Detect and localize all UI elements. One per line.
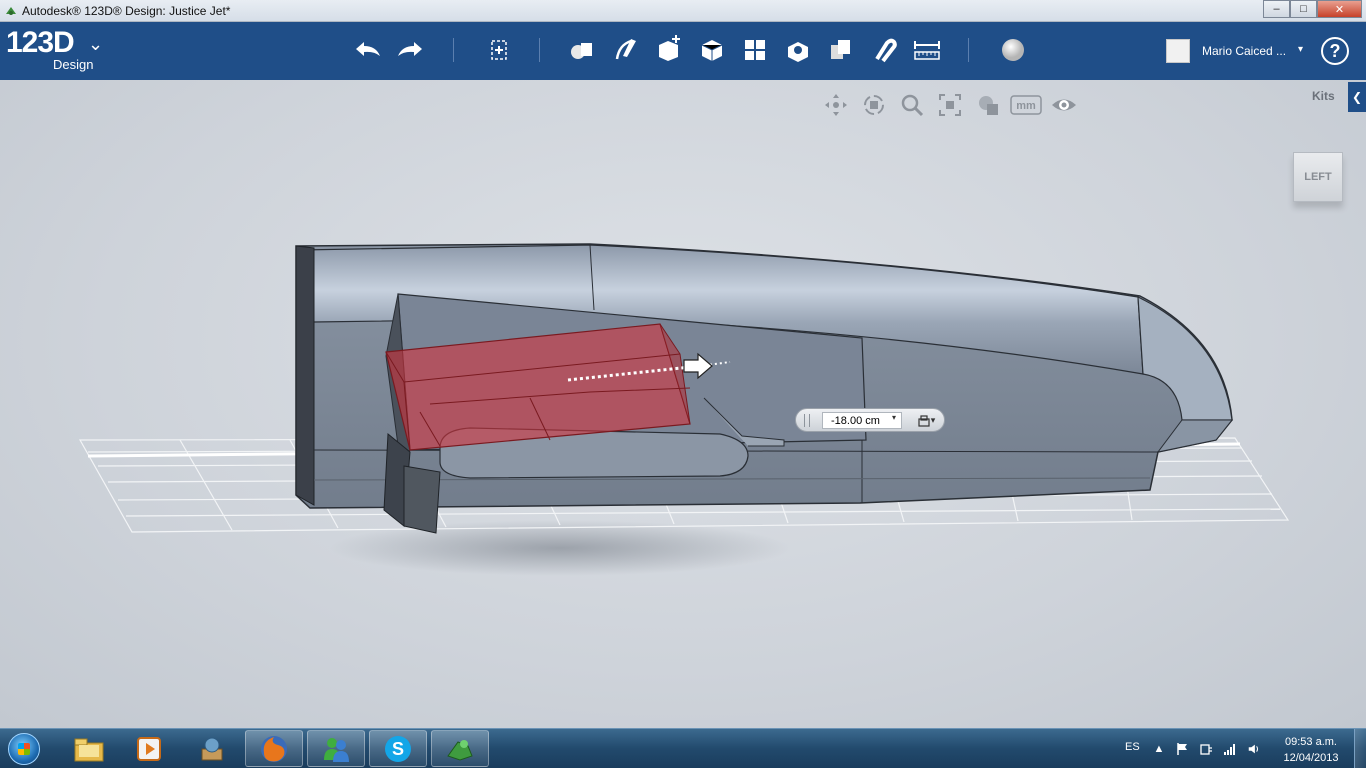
- close-button[interactable]: ✕: [1317, 0, 1362, 18]
- units-icon[interactable]: mm: [1010, 92, 1042, 118]
- messenger-icon: [324, 737, 349, 762]
- navigation-bar: mm: [820, 92, 1080, 118]
- skype-icon: S: [385, 735, 411, 762]
- pattern-icon: [745, 40, 765, 60]
- avatar[interactable]: [1166, 39, 1190, 63]
- games-icon: [201, 737, 223, 760]
- transform-icon: [491, 40, 507, 60]
- dimension-input-panel: ▾ ▾: [795, 408, 945, 432]
- combine-button[interactable]: [823, 32, 859, 68]
- window-titlebar: Autodesk® 123D® Design: Justice Jet* – □…: [0, 0, 1366, 22]
- user-dropdown-icon[interactable]: ▾: [1298, 44, 1303, 55]
- measure-icon: [914, 41, 940, 60]
- material-icon: [1002, 39, 1024, 61]
- pattern-button[interactable]: [737, 32, 773, 68]
- primitives-icon: [571, 43, 592, 59]
- snap-options-dropdown-icon: ▾: [930, 415, 936, 425]
- window-title: Autodesk® 123D® Design: Justice Jet*: [22, 4, 231, 18]
- taskbar-clock[interactable]: 09:53 a.m. 12/04/2013: [1276, 734, 1346, 766]
- snap-button[interactable]: [866, 32, 902, 68]
- help-button[interactable]: ?: [1321, 37, 1349, 65]
- sketch-button[interactable]: [608, 32, 644, 68]
- construct-button[interactable]: [651, 32, 687, 68]
- windows-orb-icon: [8, 733, 40, 765]
- drag-handle[interactable]: [804, 414, 810, 427]
- user-name[interactable]: Mario Caiced ...: [1202, 44, 1286, 58]
- media-player-icon: [137, 736, 161, 761]
- viewcube[interactable]: LEFT: [1293, 152, 1343, 202]
- taskbar-games[interactable]: [183, 730, 241, 767]
- taskbar-messenger[interactable]: [307, 730, 365, 767]
- language-indicator[interactable]: ES: [1125, 741, 1140, 753]
- taskbar-explorer[interactable]: [60, 730, 118, 767]
- 3d-viewport[interactable]: mm Kits ❮ LEFT ▾ ▾: [0, 80, 1366, 728]
- app-icon: [6, 7, 16, 15]
- start-button[interactable]: [4, 731, 44, 767]
- dimension-dropdown-icon[interactable]: ▾: [892, 413, 896, 422]
- transform-button[interactable]: [481, 32, 517, 68]
- app-menu-logo[interactable]: 123D Design ⌄: [6, 26, 103, 73]
- action-center-flag-icon[interactable]: [1175, 742, 1189, 756]
- kits-label[interactable]: Kits: [1312, 89, 1335, 103]
- grouping-icon: [788, 42, 808, 62]
- volume-icon[interactable]: [1247, 742, 1261, 756]
- svg-text:S: S: [392, 739, 404, 759]
- zoom-icon[interactable]: [896, 92, 928, 118]
- construct-icon: [659, 35, 680, 61]
- svg-text:mm: mm: [1016, 100, 1036, 112]
- logo-sub: Design: [53, 57, 94, 72]
- orbit-icon[interactable]: [858, 92, 890, 118]
- undo-icon: [356, 42, 380, 56]
- taskbar-123d-design[interactable]: [431, 730, 489, 767]
- ground-shadow: [330, 520, 790, 576]
- snap-options-icon: [918, 414, 930, 427]
- kits-toggle-button[interactable]: ❮: [1348, 82, 1366, 112]
- view-style-icon[interactable]: [972, 92, 1004, 118]
- snap-icon: [875, 38, 897, 63]
- taskbar-media-player[interactable]: [120, 730, 178, 767]
- device-icon[interactable]: [1199, 742, 1213, 756]
- primitives-button[interactable]: [564, 32, 600, 68]
- dimension-value-input[interactable]: [822, 412, 902, 429]
- measure-button[interactable]: [909, 32, 945, 68]
- app-toolbar: 123D Design ⌄ Mario Caiced ... ▾ ?: [0, 22, 1366, 80]
- firefox-icon: [261, 735, 287, 762]
- fit-icon[interactable]: [934, 92, 966, 118]
- show-desktop-button[interactable]: [1354, 729, 1366, 768]
- 123d-design-icon: [447, 739, 473, 761]
- grouping-button[interactable]: [780, 32, 816, 68]
- undo-button[interactable]: [350, 32, 386, 68]
- scene-canvas[interactable]: [0, 80, 1366, 728]
- tray-expand-icon[interactable]: ▲: [1152, 742, 1166, 756]
- clock-date: 12/04/2013: [1283, 752, 1339, 764]
- redo-icon: [398, 42, 422, 56]
- chevron-down-icon: ⌄: [88, 34, 104, 54]
- windows-taskbar: S ES ▲ 09:53 a.m. 12/04/2013: [0, 728, 1366, 768]
- snap-options-button[interactable]: ▾: [912, 412, 940, 429]
- material-button[interactable]: [995, 32, 1031, 68]
- modify-icon: [701, 40, 723, 61]
- visibility-icon[interactable]: [1048, 92, 1080, 118]
- redo-button[interactable]: [392, 32, 428, 68]
- clock-time: 09:53 a.m.: [1285, 736, 1337, 748]
- network-signal-icon[interactable]: [1223, 742, 1237, 756]
- explorer-icon: [74, 738, 104, 761]
- modify-button[interactable]: [694, 32, 730, 68]
- pan-icon[interactable]: [820, 92, 852, 118]
- taskbar-skype[interactable]: S: [369, 730, 427, 767]
- logo-number: 123D: [6, 26, 75, 59]
- maximize-button[interactable]: □: [1290, 0, 1317, 18]
- taskbar-firefox[interactable]: [245, 730, 303, 767]
- combine-icon: [831, 40, 850, 59]
- sketch-icon: [615, 39, 636, 60]
- minimize-button[interactable]: –: [1263, 0, 1290, 18]
